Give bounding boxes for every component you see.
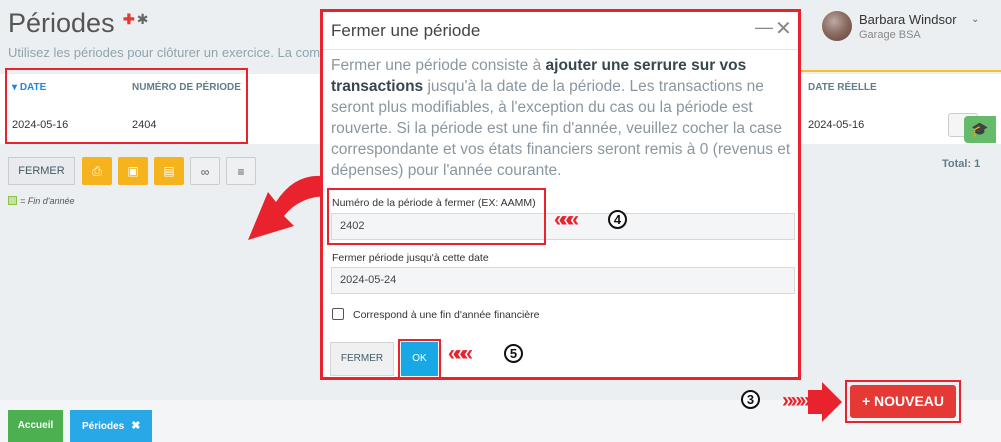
page-title: Périodes [8, 8, 115, 38]
cancel-button[interactable]: FERMER [330, 342, 394, 376]
step-3-badge: 3 [741, 390, 760, 409]
plus-circle-icon[interactable]: ✚ [123, 11, 135, 27]
tab-accueil[interactable]: Accueil [8, 410, 63, 442]
user-name: Barbara Windsor [859, 12, 957, 27]
year-end-checkbox-label: Correspond à une fin d'année financière [353, 309, 540, 321]
table-cell-real-date: 2024-05-16 [808, 119, 865, 131]
avatar [822, 11, 852, 41]
minimize-icon[interactable]: — [755, 17, 773, 38]
link-icon[interactable]: ∞ [190, 157, 220, 185]
title-actions: ✚ ✱ [123, 11, 148, 28]
user-company: Garage BSA [859, 29, 921, 41]
page-subtitle: Utilisez les périodes pour clôturer un e… [8, 45, 320, 60]
close-icon[interactable]: ✕ [775, 16, 792, 41]
year-end-checkbox[interactable] [332, 308, 344, 320]
pdf-icon[interactable]: ▤ [154, 157, 184, 185]
chevron-right-annotation: »»» [782, 389, 811, 412]
fermer-toolbar-button[interactable]: FERMER [8, 157, 75, 185]
close-date-field[interactable]: 2024-05-24 [331, 267, 795, 294]
year-end-swatch [8, 196, 17, 205]
dialog-divider [323, 49, 798, 50]
arrow-right-annotation [808, 382, 842, 422]
dialog-title: Fermer une période [331, 21, 481, 40]
step-4-badge: 4 [608, 210, 627, 229]
close-tab-icon[interactable]: ✖ [131, 420, 140, 432]
excel-icon[interactable]: ▣ [118, 157, 148, 185]
close-date-label: Fermer période jusqu'à cette date [332, 252, 489, 264]
chevron-left-annotation: ««« [554, 208, 579, 231]
highlight-new-button [845, 380, 961, 423]
graduation-cap-icon[interactable]: 🎓 [964, 116, 996, 143]
tab-periodes[interactable]: Périodes ✖ [70, 410, 152, 442]
curved-arrow-annotation [248, 175, 328, 240]
dialog-description: Fermer une période consiste à ajouter un… [331, 57, 791, 179]
close-period-dialog: Fermer une période — ✕ Fermer une périod… [320, 9, 801, 380]
step-5-badge: 5 [504, 344, 523, 363]
user-menu[interactable]: Barbara Windsor Garage BSA ⌄ [818, 8, 1001, 48]
chevron-down-icon[interactable]: ⌄ [971, 14, 979, 25]
highlight-table-columns [5, 68, 248, 144]
print-icon[interactable]: ⎙ [82, 157, 112, 185]
chevron-left-annotation: ««« [448, 342, 473, 365]
table-total: Total: 1 [942, 158, 981, 170]
legend: = Fin d'année [8, 196, 75, 206]
accent-divider [800, 70, 1001, 72]
highlight-period-field [327, 188, 546, 245]
column-header-real-date[interactable]: DATE RÉELLE [808, 82, 877, 93]
gear-icon[interactable]: ✱ [137, 11, 149, 27]
highlight-ok-button [398, 339, 441, 379]
